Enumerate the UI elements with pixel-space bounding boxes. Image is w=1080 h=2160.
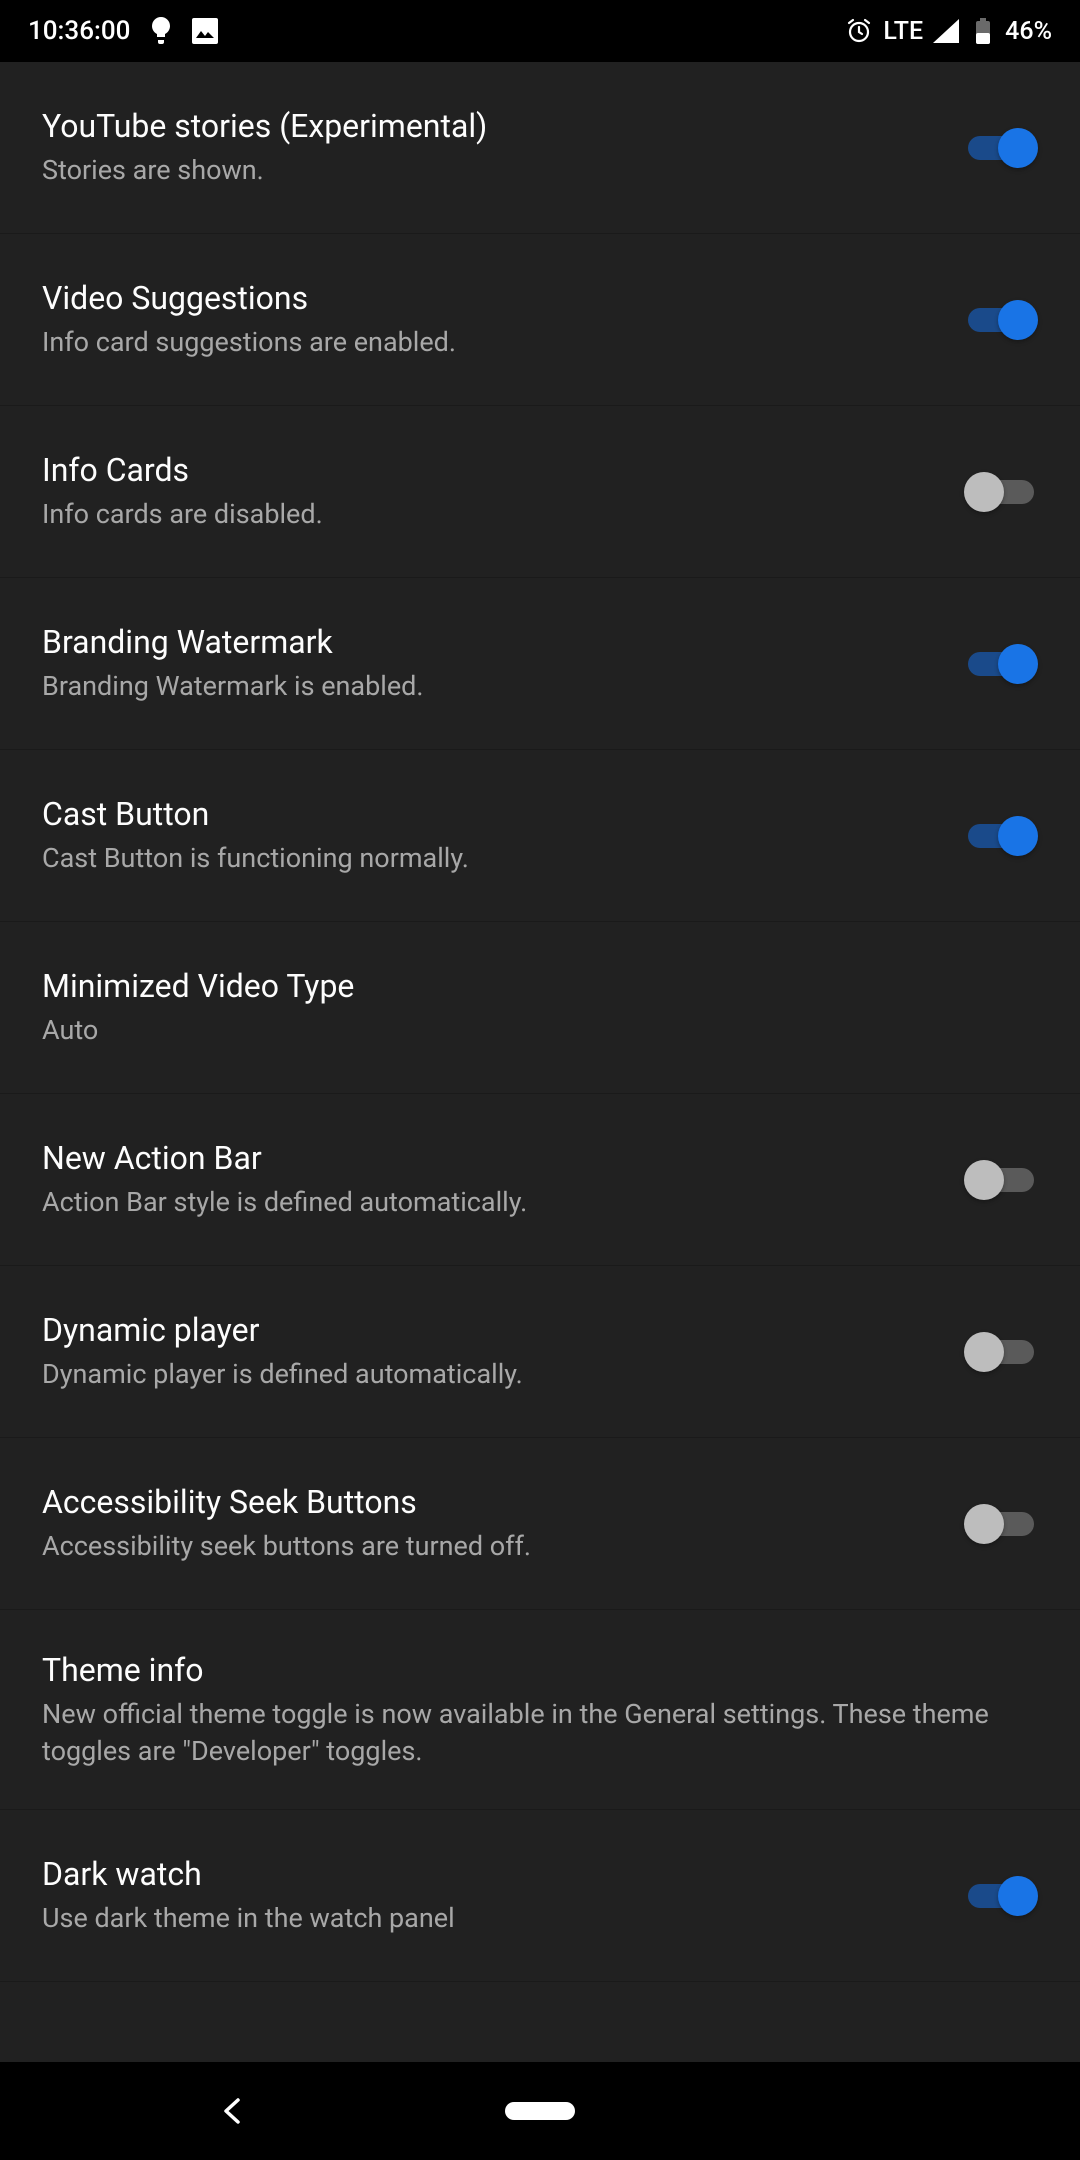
- status-right: LTE 46%: [845, 17, 1052, 46]
- setting-title: Cast Button: [42, 794, 944, 834]
- alarm-icon: [845, 17, 873, 45]
- toggle-dynamic-player[interactable]: [964, 1332, 1038, 1372]
- setting-new-action-bar[interactable]: New Action Bar Action Bar style is defin…: [0, 1094, 1080, 1266]
- setting-desc: Stories are shown.: [42, 152, 944, 188]
- setting-text: Info Cards Info cards are disabled.: [42, 450, 964, 532]
- setting-text: Minimized Video Type Auto: [42, 966, 1038, 1048]
- toggle-info-cards[interactable]: [964, 472, 1038, 512]
- setting-branding-watermark[interactable]: Branding Watermark Branding Watermark is…: [0, 578, 1080, 750]
- setting-desc: Dynamic player is defined automatically.: [42, 1356, 944, 1392]
- battery-icon: [975, 18, 991, 44]
- setting-desc: Cast Button is functioning normally.: [42, 840, 944, 876]
- setting-text: Dark watch Use dark theme in the watch p…: [42, 1854, 964, 1936]
- setting-title: Minimized Video Type: [42, 966, 1018, 1006]
- setting-title: Dark watch: [42, 1854, 944, 1894]
- back-icon[interactable]: [220, 2096, 244, 2126]
- setting-text: Branding Watermark Branding Watermark is…: [42, 622, 964, 704]
- navigation-bar: [0, 2062, 1080, 2160]
- toggle-dark-watch[interactable]: [964, 1876, 1038, 1916]
- setting-desc: Auto: [42, 1012, 1018, 1048]
- setting-dark-watch[interactable]: Dark watch Use dark theme in the watch p…: [0, 1810, 1080, 1982]
- setting-title: Theme info: [42, 1650, 1018, 1690]
- status-left: 10:36:00: [28, 16, 218, 46]
- setting-desc: Info cards are disabled.: [42, 496, 944, 532]
- toggle-cast-button[interactable]: [964, 816, 1038, 856]
- cell-signal-icon: [933, 19, 959, 43]
- setting-title: Info Cards: [42, 450, 944, 490]
- setting-desc: Action Bar style is defined automaticall…: [42, 1184, 944, 1220]
- network-type-text: LTE: [883, 17, 923, 46]
- setting-cast-button[interactable]: Cast Button Cast Button is functioning n…: [0, 750, 1080, 922]
- setting-info-cards[interactable]: Info Cards Info cards are disabled.: [0, 406, 1080, 578]
- setting-text: New Action Bar Action Bar style is defin…: [42, 1138, 964, 1220]
- setting-text: YouTube stories (Experimental) Stories a…: [42, 106, 964, 188]
- settings-list: YouTube stories (Experimental) Stories a…: [0, 62, 1080, 2062]
- setting-text: Cast Button Cast Button is functioning n…: [42, 794, 964, 876]
- setting-text: Video Suggestions Info card suggestions …: [42, 278, 964, 360]
- setting-title: Branding Watermark: [42, 622, 944, 662]
- setting-desc: Info card suggestions are enabled.: [42, 324, 944, 360]
- lightbulb-icon: [150, 17, 172, 45]
- setting-minimized-video-type[interactable]: Minimized Video Type Auto: [0, 922, 1080, 1094]
- toggle-new-action-bar[interactable]: [964, 1160, 1038, 1200]
- setting-accessibility-seek-buttons[interactable]: Accessibility Seek Buttons Accessibility…: [0, 1438, 1080, 1610]
- setting-text: Dynamic player Dynamic player is defined…: [42, 1310, 964, 1392]
- setting-title: YouTube stories (Experimental): [42, 106, 944, 146]
- setting-youtube-stories[interactable]: YouTube stories (Experimental) Stories a…: [0, 62, 1080, 234]
- setting-title: New Action Bar: [42, 1138, 944, 1178]
- image-icon: [192, 18, 218, 44]
- setting-title: Video Suggestions: [42, 278, 944, 318]
- home-pill[interactable]: [505, 2102, 575, 2120]
- setting-theme-info[interactable]: Theme info New official theme toggle is …: [0, 1610, 1080, 1810]
- setting-desc: Accessibility seek buttons are turned of…: [42, 1528, 944, 1564]
- setting-title: Accessibility Seek Buttons: [42, 1482, 944, 1522]
- setting-desc: New official theme toggle is now availab…: [42, 1696, 1018, 1769]
- setting-text: Accessibility Seek Buttons Accessibility…: [42, 1482, 964, 1564]
- toggle-video-suggestions[interactable]: [964, 300, 1038, 340]
- toggle-accessibility-seek-buttons[interactable]: [964, 1504, 1038, 1544]
- toggle-branding-watermark[interactable]: [964, 644, 1038, 684]
- setting-desc: Branding Watermark is enabled.: [42, 668, 944, 704]
- status-bar: 10:36:00 LTE 46%: [0, 0, 1080, 62]
- setting-desc: Use dark theme in the watch panel: [42, 1900, 944, 1936]
- setting-dynamic-player[interactable]: Dynamic player Dynamic player is defined…: [0, 1266, 1080, 1438]
- setting-text: Theme info New official theme toggle is …: [42, 1650, 1038, 1769]
- battery-percent-text: 46%: [1005, 17, 1052, 46]
- toggle-youtube-stories[interactable]: [964, 128, 1038, 168]
- setting-title: Dynamic player: [42, 1310, 944, 1350]
- clock-text: 10:36:00: [28, 16, 130, 46]
- setting-video-suggestions[interactable]: Video Suggestions Info card suggestions …: [0, 234, 1080, 406]
